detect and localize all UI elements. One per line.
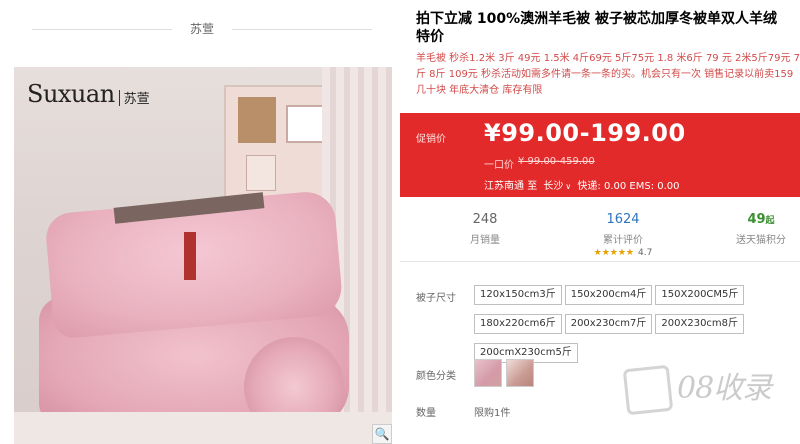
city-selector[interactable]: 长沙 ∨ [543, 177, 571, 192]
shipping-info: 江苏南通 至 长沙 ∨ 快递: 0.00 EMS: 0.00 [484, 177, 680, 192]
size-option[interactable]: 200x230cm7斤 [564, 314, 653, 334]
points-label: 送天猫积分 [736, 235, 786, 246]
product-gallery: 苏萱 Suxuan 苏萱 🔍 [0, 0, 400, 444]
size-option[interactable]: 150X200CM5斤 [655, 285, 745, 305]
size-option[interactable]: 150x200cm4斤 [564, 285, 653, 305]
magnifier-icon[interactable]: 🔍 [372, 424, 392, 444]
shipping-fee: 快递: 0.00 EMS: 0.00 [577, 181, 680, 192]
ship-to-word: 至 [527, 181, 538, 192]
color-swatch-pink[interactable] [474, 359, 502, 387]
points-value: 49起 [696, 212, 800, 227]
color-swatch-beige[interactable] [506, 359, 534, 387]
product-page: 苏萱 Suxuan 苏萱 🔍 拍下立减 100%澳洲羊毛被 被子被芯加厚冬被单双人… [0, 0, 800, 444]
review-count-value[interactable]: 1624 [558, 212, 688, 227]
product-subtitle: 羊毛被 秒杀1.2米 3斤 49元 1.5米 4斤69元 5斤75元 1.8 米… [416, 53, 800, 96]
size-label: 被子尺寸 [416, 293, 456, 304]
brand-name[interactable]: 苏萱 [172, 20, 232, 37]
promo-price-value: ¥99.00-199.00 [484, 119, 686, 147]
quantity-limit: 限购1件 [474, 408, 511, 419]
monthly-sales-label: 月销量 [470, 235, 500, 246]
size-option[interactable]: 180x220cm6斤 [474, 314, 562, 334]
promo-price-label: 促销价 [416, 134, 446, 145]
brand-logo: Suxuan 苏萱 [27, 80, 150, 108]
points-number: 49 [747, 212, 766, 227]
review-count[interactable]: 1624 累计评价 ★★★★★ 4.7 [558, 212, 688, 258]
ship-from: 江苏南通 [484, 181, 524, 192]
color-label: 颜色分类 [416, 371, 456, 382]
product-main-image[interactable] [14, 67, 392, 444]
rating-score: 4.7 [638, 248, 653, 258]
product-stats: 248 月销量 1624 累计评价 ★★★★★ 4.7 49起 送天猫积分 [400, 206, 800, 262]
divider [232, 29, 372, 30]
size-option[interactable]: 120x150cm3斤 [474, 285, 562, 305]
rating: ★★★★★ 4.7 [558, 248, 688, 258]
original-price-value: ¥ 99.00-459.00 [518, 156, 595, 167]
brand-header: 苏萱 [0, 0, 400, 60]
chevron-down-icon: ∨ [565, 182, 572, 191]
house-icon [622, 364, 674, 416]
size-option[interactable]: 200X230cm8斤 [655, 314, 745, 334]
original-price-label: 一口价 [484, 160, 514, 171]
monthly-sales-value: 248 [472, 212, 498, 227]
color-options [474, 359, 538, 391]
watermark-text: 08收录 [677, 371, 772, 406]
city-selector-label: 长沙 [543, 181, 564, 192]
tmall-points: 49起 送天猫积分 [696, 212, 800, 246]
monthly-sales: 248 月销量 [420, 212, 550, 246]
divider [32, 29, 172, 30]
quantity-label: 数量 [416, 408, 436, 419]
product-title: 拍下立减 100%澳洲羊毛被 被子被芯加厚冬被单双人羊绒 [416, 11, 777, 27]
watermark: 08收录 [622, 355, 800, 444]
points-unit: 起 [765, 216, 775, 226]
rating-stars-icon: ★★★★★ [593, 248, 634, 258]
review-count-label: 累计评价 [603, 235, 643, 246]
product-title-cont: 特价 [416, 29, 444, 45]
brand-logo-latin: Suxuan [27, 80, 115, 108]
price-panel: 促销价 ¥99.00-199.00 一口价 ¥ 99.00-459.00 江苏南… [400, 113, 800, 197]
brand-logo-cn: 苏萱 [123, 92, 150, 107]
